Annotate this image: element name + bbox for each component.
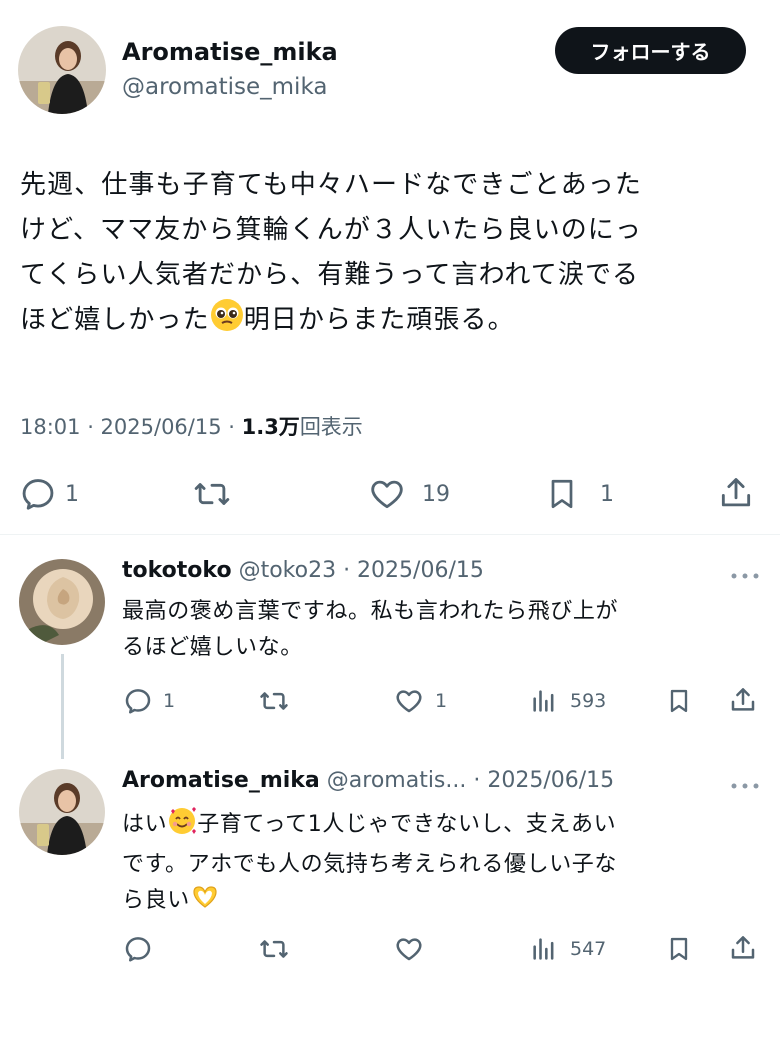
more-options-icon[interactable] bbox=[730, 776, 760, 795]
bookmark-icon bbox=[665, 934, 693, 964]
reply-button[interactable]: 1 bbox=[19, 475, 79, 513]
share-icon bbox=[717, 474, 755, 512]
share-button[interactable] bbox=[728, 933, 758, 963]
heart-icon bbox=[368, 475, 406, 513]
heart-hands-emoji-icon bbox=[190, 883, 220, 923]
reply-text-line: です。アホでも人の気持ち考えられる優しい子な bbox=[122, 852, 618, 877]
heart-icon bbox=[393, 934, 425, 964]
retweet-button[interactable] bbox=[258, 934, 290, 964]
reply-text-line: はい 子育てって1人じゃできないし、支えあい bbox=[122, 805, 757, 847]
tweet-meta: 18:01 · 2025/06/15 · 1.3万回表示 bbox=[20, 411, 363, 441]
like-button[interactable] bbox=[393, 934, 425, 964]
reply-text-segment: 子育てって1人じゃできないし、支えあい bbox=[197, 812, 617, 837]
tweet-text-segment: ほど嬉しかった bbox=[20, 305, 210, 335]
reply-icon bbox=[19, 475, 57, 513]
share-icon bbox=[728, 685, 758, 715]
reply-text: はい 子育てって1人じゃできないし、支えあい です。アホでも人の気持ち考えられる優… bbox=[122, 805, 757, 923]
views-count: 593 bbox=[570, 690, 607, 712]
reply-text-line: るほど嬉しいな。 bbox=[122, 635, 303, 660]
more-options-icon[interactable] bbox=[730, 566, 760, 585]
bookmark-button[interactable] bbox=[665, 934, 693, 964]
reply-text-segment: はい bbox=[122, 812, 168, 837]
tweet-text-line: ほど嬉しかった 明日からまた頑張る。 bbox=[20, 298, 765, 347]
views-button[interactable]: 593 bbox=[530, 686, 606, 716]
author-display-name[interactable]: Aromatise_mika bbox=[122, 38, 338, 66]
author-handle[interactable]: @aromatise_mika bbox=[122, 74, 327, 100]
view-count: 1.3万 bbox=[241, 415, 300, 439]
follow-button[interactable]: フォローする bbox=[555, 27, 746, 74]
tweet-text-line: てくらい人気者だから、有難うって言われて涙でる bbox=[20, 260, 640, 290]
reply-header: tokotoko @toko23 · 2025/06/15 bbox=[122, 558, 484, 583]
retweet-icon bbox=[258, 686, 290, 716]
smiling-face-with-hearts-emoji-icon bbox=[167, 805, 197, 847]
analytics-icon bbox=[530, 686, 558, 716]
reply-display-name[interactable]: Aromatise_mika bbox=[122, 768, 320, 793]
bookmark-icon bbox=[665, 686, 693, 716]
reply-text-line: 最高の褒め言葉ですね。私も言われたら飛び上が bbox=[122, 599, 619, 624]
reply-text: 最高の褒め言葉ですね。私も言われたら飛び上が るほど嬉しいな。 bbox=[122, 594, 752, 666]
retweet-button[interactable] bbox=[192, 475, 232, 513]
bookmark-icon bbox=[544, 475, 580, 513]
tweet-text: 先週、仕事も子育ても中々ハードなできごとあった けど、ママ友から箕輪くんが３人い… bbox=[20, 163, 765, 347]
reply-avatar[interactable] bbox=[19, 559, 105, 645]
tweet-timestamp[interactable]: 18:01 · 2025/06/15 · bbox=[20, 415, 242, 439]
view-count-label: 回表示 bbox=[299, 415, 363, 439]
reply-count: 1 bbox=[163, 690, 176, 712]
tweet-text-segment: 明日からまた頑張る。 bbox=[243, 305, 515, 335]
bookmark-button[interactable] bbox=[665, 686, 693, 716]
like-button[interactable]: 19 bbox=[368, 475, 450, 513]
reply-text-segment: ら良い bbox=[122, 888, 190, 913]
reply-text-line: ら良い bbox=[122, 883, 757, 923]
share-icon bbox=[728, 933, 758, 963]
reply-meta[interactable]: @toko23 · 2025/06/15 bbox=[239, 558, 484, 583]
views-count: 547 bbox=[570, 938, 607, 960]
reply-button[interactable]: 1 bbox=[123, 686, 175, 716]
reply-meta[interactable]: @aromatis... · 2025/06/15 bbox=[327, 768, 614, 793]
retweet-icon bbox=[258, 934, 290, 964]
tweet-text-line: 先週、仕事も子育ても中々ハードなできごとあった bbox=[20, 170, 643, 200]
bookmark-count: 1 bbox=[600, 481, 614, 507]
analytics-icon bbox=[530, 934, 558, 964]
divider bbox=[0, 534, 780, 535]
share-button[interactable] bbox=[717, 474, 755, 512]
reply-count: 1 bbox=[65, 481, 79, 507]
reply-button[interactable] bbox=[123, 934, 153, 964]
reply-avatar[interactable] bbox=[19, 769, 105, 855]
like-count: 19 bbox=[422, 481, 450, 507]
reply-display-name[interactable]: tokotoko bbox=[122, 558, 232, 583]
tweet-text-line: けど、ママ友から箕輪くんが３人いたら良いのにっ bbox=[20, 215, 643, 245]
share-button[interactable] bbox=[728, 685, 758, 715]
reply-icon bbox=[123, 686, 153, 716]
bookmark-button[interactable]: 1 bbox=[544, 475, 614, 513]
like-button[interactable]: 1 bbox=[393, 686, 447, 716]
retweet-icon bbox=[192, 475, 232, 513]
reply-icon bbox=[123, 934, 153, 964]
heart-icon bbox=[393, 686, 425, 716]
reply-header: Aromatise_mika @aromatis... · 2025/06/15 bbox=[122, 768, 614, 793]
pleading-face-emoji-icon bbox=[210, 298, 244, 347]
retweet-button[interactable] bbox=[258, 686, 290, 716]
like-count: 1 bbox=[435, 690, 448, 712]
author-avatar[interactable] bbox=[18, 26, 106, 114]
thread-line bbox=[61, 654, 64, 759]
views-button[interactable]: 547 bbox=[530, 934, 606, 964]
